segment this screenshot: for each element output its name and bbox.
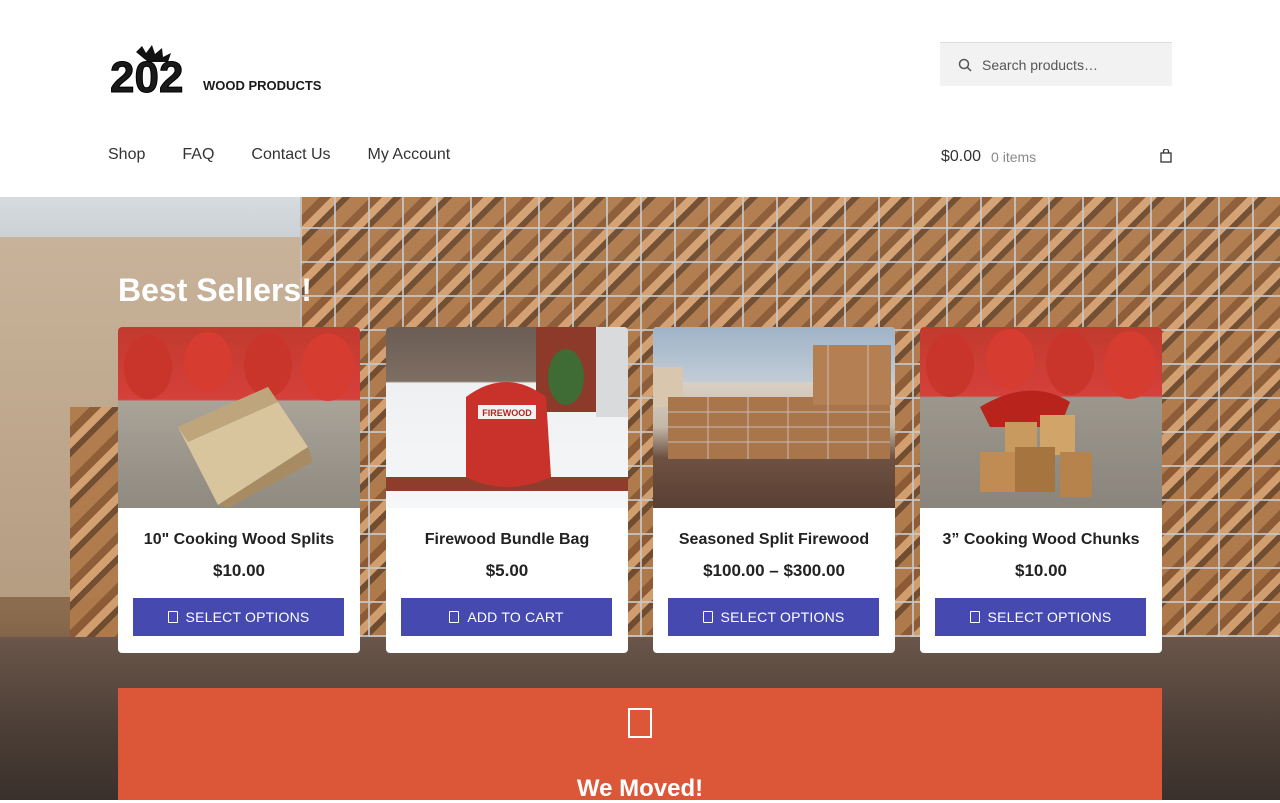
search-input[interactable]: Search products… [940,42,1172,86]
logo-number: 202 [110,53,183,96]
site-logo[interactable]: 202 WOOD PRODUCTS [108,44,340,103]
select-options-button[interactable]: SELECT OPTIONS [133,598,344,636]
product-name[interactable]: Firewood Bundle Bag [386,531,628,549]
product-price: $5.00 [485,561,529,580]
product-card[interactable]: Seasoned Split Firewood $100.00 – $300.0… [653,327,895,653]
product-name[interactable]: Seasoned Split Firewood [653,531,895,549]
cart-item-count: 0 items [991,149,1037,165]
product-name[interactable]: 10" Cooking Wood Splits [118,531,360,549]
button-label: SELECT OPTIONS [987,609,1112,625]
cart-icon [969,611,980,623]
add-to-cart-button[interactable]: ADD TO CART [401,598,612,636]
search-placeholder: Search products… [982,56,1098,73]
product-card[interactable]: 3” Cooking Wood Chunks $10.00 SELECT OPT… [920,327,1162,653]
product-price: $100.00 – $300.00 [703,561,845,580]
section-title: Best Sellers! [118,272,312,308]
site-header: 202 WOOD PRODUCTS Search products… Shop … [0,0,1280,197]
product-image[interactable] [118,327,360,508]
button-label: SELECT OPTIONS [720,609,845,625]
product-price: $10.00 [213,561,265,580]
shopping-bag-icon[interactable] [1160,148,1172,163]
cart-icon [167,611,178,623]
button-label: ADD TO CART [467,609,564,625]
primary-nav: Shop FAQ Contact Us My Account [108,146,450,164]
header-cart[interactable]: $0.00 0 items [941,146,1172,168]
product-price: $10.00 [1015,561,1067,580]
nav-contact-us[interactable]: Contact Us [251,146,330,164]
moved-notice: We Moved! [118,688,1162,802]
notice-title: We Moved! [576,775,704,802]
product-card[interactable]: FIREWOOD Firewood Bundle Bag $5.00 ADD T… [386,327,628,653]
logo-text: WOOD PRODUCTS [203,78,322,93]
product-image[interactable] [653,327,895,508]
product-image[interactable]: FIREWOOD [386,327,628,508]
cart-icon [449,611,460,623]
nav-faq[interactable]: FAQ [182,146,214,164]
cart-icon [702,611,713,623]
select-options-button[interactable]: SELECT OPTIONS [935,598,1146,636]
bag-label: FIREWOOD [482,408,532,418]
truck-icon [628,708,652,738]
select-options-button[interactable]: SELECT OPTIONS [668,598,879,636]
product-card[interactable]: 10" Cooking Wood Splits $10.00 SELECT OP… [118,327,360,653]
nav-shop[interactable]: Shop [108,146,145,164]
search-icon [958,58,972,72]
nav-my-account[interactable]: My Account [368,146,451,164]
product-name[interactable]: 3” Cooking Wood Chunks [920,531,1162,549]
cart-total: $0.00 [941,148,982,165]
button-label: SELECT OPTIONS [185,609,310,625]
product-image[interactable] [920,327,1162,508]
